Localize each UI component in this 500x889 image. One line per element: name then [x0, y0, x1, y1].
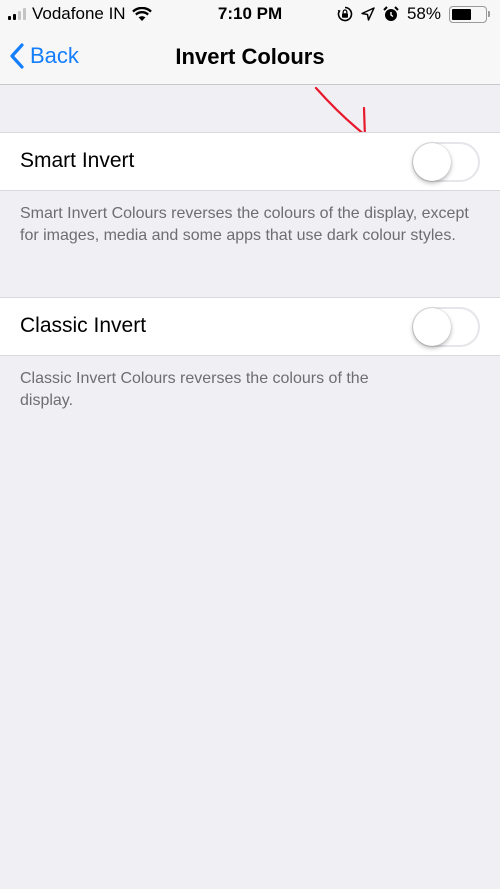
- page-title: Invert Colours: [175, 44, 325, 69]
- alarm-icon: [383, 6, 399, 21]
- classic-invert-label: Classic Invert: [20, 314, 147, 337]
- orientation-lock-icon: [337, 6, 353, 22]
- smart-invert-row: Smart Invert: [0, 132, 500, 191]
- classic-invert-description: Classic Invert Colours reverses the colo…: [20, 370, 369, 409]
- battery-percent: 58%: [406, 4, 441, 23]
- classic-invert-row: Classic Invert: [0, 297, 500, 356]
- navigation-bar: Back Invert Colours: [0, 30, 500, 85]
- status-bar: Vodafone IN 7:10 PM 58%: [0, 0, 500, 30]
- smart-invert-description: Smart Invert Colours reverses the colour…: [20, 205, 469, 244]
- smart-invert-label: Smart Invert: [20, 149, 135, 172]
- toggle-knob: [413, 308, 451, 346]
- classic-invert-toggle[interactable]: [412, 307, 480, 347]
- smart-invert-toggle[interactable]: [412, 142, 480, 182]
- battery-icon: [449, 5, 487, 23]
- toggle-knob: [413, 143, 451, 181]
- location-icon: [361, 7, 375, 21]
